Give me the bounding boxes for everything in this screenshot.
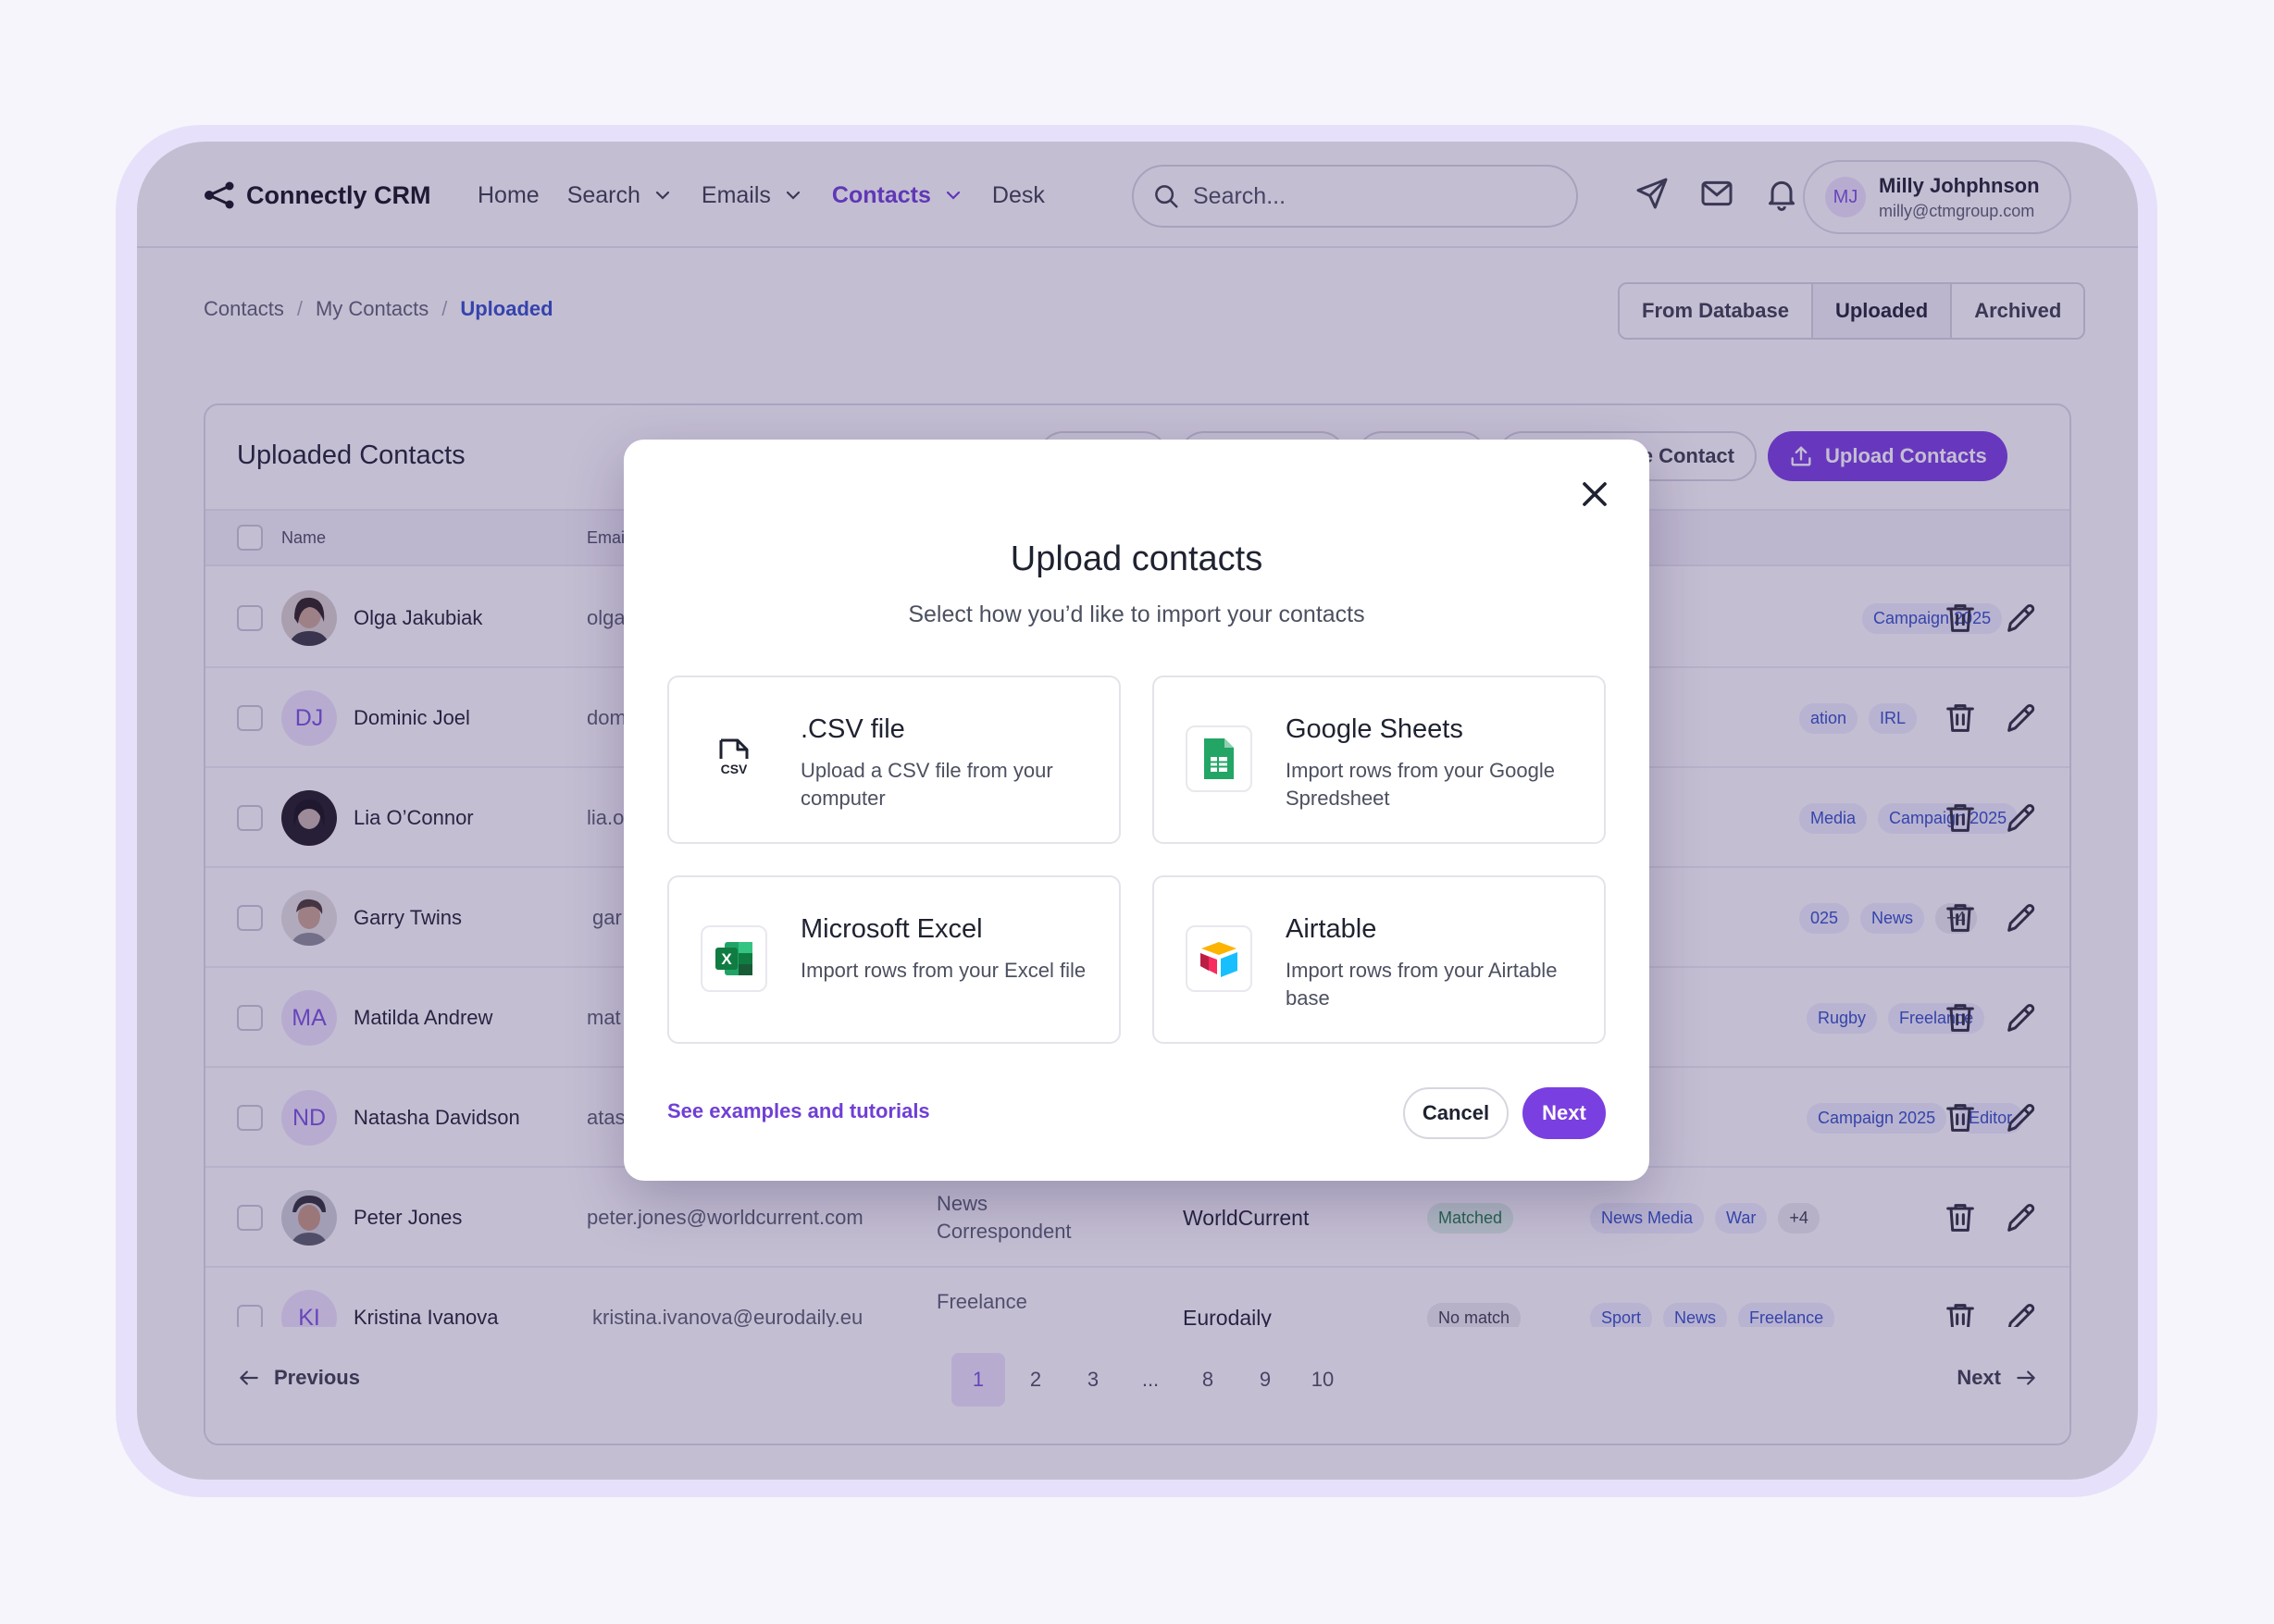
next-button[interactable]: Next <box>1522 1087 1606 1139</box>
option-description: Import rows from your Airtable base <box>1286 959 1558 1010</box>
option-description: Upload a CSV file from your computer <box>801 759 1053 810</box>
csv-file-icon: CSV <box>701 725 767 792</box>
modal-subtitle: Select how you’d like to import your con… <box>908 601 1365 627</box>
airtable-icon <box>1186 925 1252 992</box>
option-title: Microsoft Excel <box>801 914 983 944</box>
option-google-sheets[interactable]: Google Sheets Import rows from your Goog… <box>1152 676 1606 844</box>
csv-icon-text: CSV <box>721 762 748 776</box>
excel-icon: X <box>701 925 767 992</box>
option-csv[interactable]: CSV .CSV file Upload a CSV file from you… <box>667 676 1121 844</box>
cancel-button[interactable]: Cancel <box>1403 1087 1509 1139</box>
option-airtable[interactable]: Airtable Import rows from your Airtable … <box>1152 875 1606 1044</box>
examples-tutorials-link[interactable]: See examples and tutorials <box>667 1099 930 1123</box>
excel-icon-text: X <box>721 950 732 968</box>
modal-title: Upload contacts <box>1010 539 1263 578</box>
option-title: Airtable <box>1286 914 1377 944</box>
option-title: .CSV file <box>801 714 905 744</box>
option-description: Import rows from your Google Spredsheet <box>1286 759 1555 810</box>
option-title: Google Sheets <box>1286 714 1463 744</box>
close-icon[interactable] <box>1574 474 1615 514</box>
google-sheets-icon <box>1186 725 1252 792</box>
option-microsoft-excel[interactable]: X Microsoft Excel Import rows from your … <box>667 875 1121 1044</box>
upload-contacts-modal: Upload contacts Select how you’d like to… <box>624 440 1649 1181</box>
option-description: Import rows from your Excel file <box>801 959 1087 982</box>
